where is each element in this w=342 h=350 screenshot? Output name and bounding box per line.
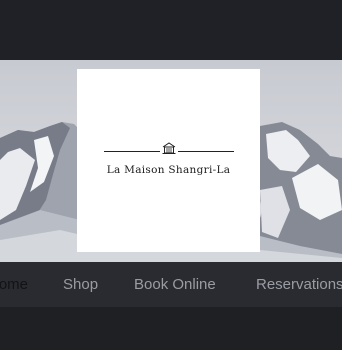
hero-banner: La Maison Shangri-La <box>0 60 342 262</box>
house-icon <box>162 141 175 154</box>
nav-item-book-online[interactable]: Book Online <box>134 262 216 307</box>
logo-text: La Maison Shangri-La <box>106 163 231 176</box>
page-body <box>0 307 342 350</box>
nav-item-reservations[interactable]: Reservations <box>256 262 342 307</box>
logo-divider-right <box>177 150 234 152</box>
logo-emblem <box>103 141 234 158</box>
logo-card[interactable]: La Maison Shangri-La <box>77 69 260 252</box>
header-bar <box>0 0 342 60</box>
nav-item-home[interactable]: Home <box>0 262 28 307</box>
page: La Maison Shangri-La Home Shop Book Onli… <box>0 0 342 350</box>
nav-item-shop[interactable]: Shop <box>63 262 98 307</box>
main-navigation: Home Shop Book Online Reservations <box>0 262 342 307</box>
logo-divider-left <box>103 150 160 152</box>
